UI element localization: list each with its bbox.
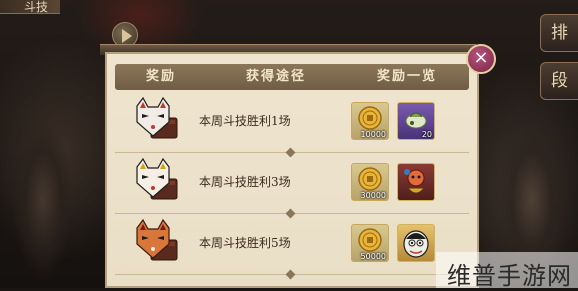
table-header: 奖励 获得途径 奖励一览 (115, 64, 469, 90)
gold-coin-reward[interactable]: 10000 (351, 102, 389, 140)
reward-panel: 奖励 获得途径 奖励一览 本周斗技胜利1场 10000 20 本周斗技胜利3场 … (105, 52, 479, 288)
header-overview: 奖励一览 (376, 69, 437, 84)
watermark: 维普手游网 (436, 252, 578, 290)
daruma-reward[interactable] (397, 224, 435, 262)
win-condition-label: 本周斗技胜利1场 (199, 114, 291, 128)
watermark-text: 维普手游网 (447, 262, 572, 290)
background-character-left (8, 110, 78, 280)
reward-row: 本周斗技胜利3场 30000 (115, 155, 469, 209)
win-condition-label: 本周斗技胜利5场 (199, 236, 291, 250)
shikigami-doll-reward[interactable] (397, 163, 435, 201)
gold-coin-reward[interactable]: 30000 (351, 163, 389, 201)
coin-quantity: 30000 (360, 191, 386, 200)
shikigami-doll-icon (404, 169, 426, 194)
reward-row: 本周斗技胜利1场 10000 20 (115, 94, 469, 148)
side-tab-rank[interactable]: 排 (540, 14, 578, 52)
jade-item-reward[interactable]: 20 (397, 102, 435, 140)
row-divider (115, 147, 469, 158)
reward-row: 本周斗技胜利5场 50000 (115, 216, 469, 270)
row-divider (115, 269, 469, 280)
fox-mask-chest-icon (129, 96, 183, 144)
close-button[interactable]: × (466, 44, 496, 74)
item-quantity: 20 (421, 130, 432, 139)
header-reward: 奖励 (145, 69, 176, 84)
row-divider (115, 208, 469, 219)
gold-coin-reward[interactable]: 50000 (351, 224, 389, 262)
coin-quantity: 10000 (360, 130, 386, 139)
fox-mask-chest-icon (129, 157, 183, 205)
side-tab-tier[interactable]: 段 (540, 62, 578, 100)
top-tab-duel[interactable]: 斗技 (0, 0, 60, 14)
win-condition-label: 本周斗技胜利3场 (199, 175, 291, 189)
daruma-icon (403, 230, 429, 258)
header-method: 获得途径 (245, 69, 306, 84)
coin-quantity: 50000 (360, 252, 386, 261)
fox-mask-chest-icon (129, 218, 183, 266)
